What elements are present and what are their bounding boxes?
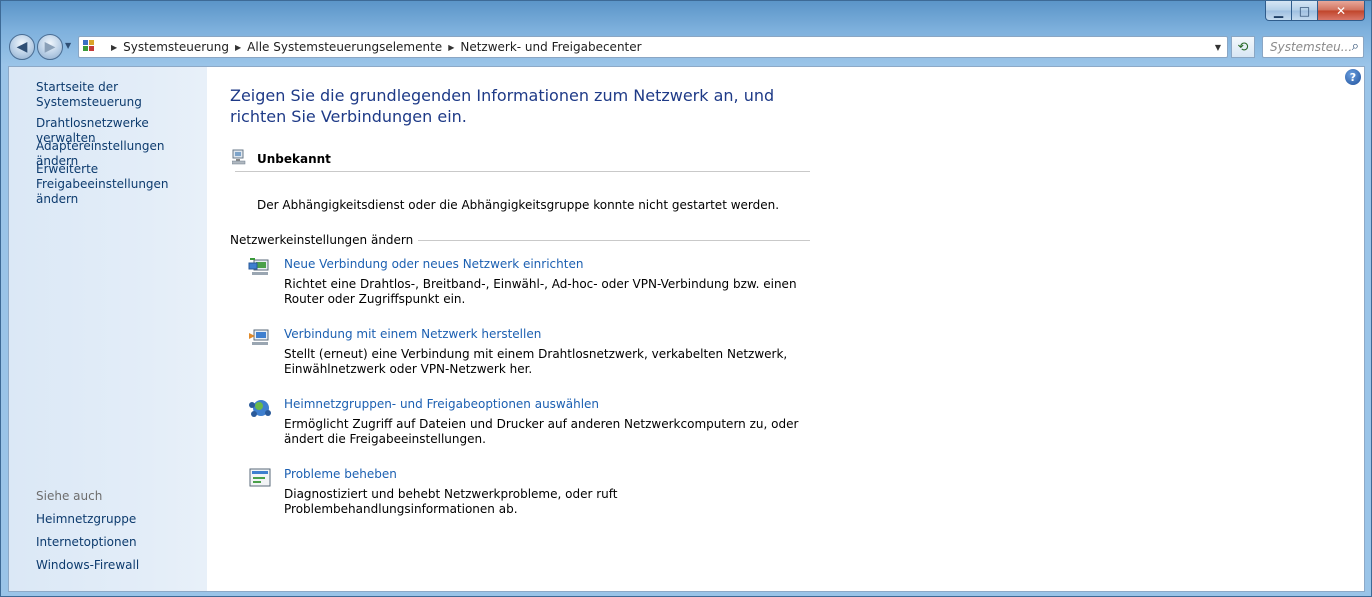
task-description: Stellt (erneut) eine Verbindung mit eine…	[284, 347, 788, 376]
setup-connection-link[interactable]: Neue Verbindung oder neues Netzwerk einr…	[284, 257, 583, 271]
chevron-right-icon[interactable]: ▶	[111, 43, 117, 52]
network-status-message: Der Abhängigkeitsdienst oder die Abhängi…	[257, 198, 780, 212]
see-also-homegroup[interactable]: Heimnetzgruppe	[36, 512, 206, 527]
maximize-button[interactable]: □	[1292, 1, 1318, 21]
close-button[interactable]: ✕	[1318, 1, 1365, 21]
chevron-right-icon[interactable]: ▶	[235, 43, 241, 52]
search-icon[interactable]: ⌕	[1352, 39, 1359, 54]
sidebar-link-advanced-sharing[interactable]: Erweiterte Freigabeeinstellungen ändern	[36, 162, 201, 207]
chevron-right-icon[interactable]: ▶	[448, 43, 454, 52]
breadcrumb-systemsteuerung[interactable]: Systemsteuerung	[123, 40, 229, 54]
arrow-left-icon: ◀	[16, 39, 28, 55]
main-panel: Zeigen Sie die grundlegenden Information…	[230, 67, 1130, 591]
help-icon[interactable]: ?	[1345, 69, 1361, 85]
recent-pages-dropdown[interactable]: ▼	[65, 41, 71, 50]
window-controls: ▁ □ ✕	[1265, 1, 1365, 21]
search-placeholder: Systemsteu...	[1270, 40, 1353, 54]
task-sidebar: Startseite der Systemsteuerung Drahtlosn…	[9, 67, 207, 591]
minimize-button[interactable]: ▁	[1265, 1, 1292, 21]
sidebar-home-link[interactable]: Startseite der Systemsteuerung	[36, 80, 206, 110]
divider	[390, 240, 810, 241]
control-panel-icon	[83, 40, 97, 54]
network-name: Unbekannt	[257, 152, 331, 166]
refresh-icon: ⟲	[1237, 39, 1249, 55]
unknown-network-icon	[232, 149, 246, 165]
connect-network-link[interactable]: Verbindung mit einem Netzwerk herstellen	[284, 327, 541, 341]
troubleshoot-icon	[249, 468, 271, 487]
window-frame: ▁ □ ✕ ◀ ▶ ▼ ▶ Systemsteuerung ▶ Alle Sys…	[0, 0, 1372, 597]
task-description: Richtet eine Drahtlos-, Breitband-, Einw…	[284, 277, 797, 306]
see-also-windows-firewall[interactable]: Windows-Firewall	[36, 558, 206, 573]
navigation-bar: ◀ ▶ ▼ ▶ Systemsteuerung ▶ Alle Systemste…	[1, 33, 1371, 61]
forward-button[interactable]: ▶	[37, 34, 63, 60]
section-title: Netzwerkeinstellungen ändern	[230, 233, 419, 247]
task-description: Ermöglicht Zugriff auf Dateien und Druck…	[284, 417, 799, 446]
task-description: Diagnostiziert und behebt Netzwerkproble…	[284, 487, 618, 516]
divider	[235, 171, 810, 172]
page-title: Zeigen Sie die grundlegenden Information…	[230, 86, 775, 126]
breadcrumb-netzwerk-freigabecenter[interactable]: Netzwerk- und Freigabecenter	[460, 40, 641, 54]
homegroup-sharing-link[interactable]: Heimnetzgruppen- und Freigabeoptionen au…	[284, 397, 599, 411]
content-pane: Startseite der Systemsteuerung Drahtlosn…	[8, 66, 1365, 592]
address-history-dropdown[interactable]: ▼	[1215, 43, 1221, 52]
new-connection-icon	[248, 258, 269, 275]
back-button[interactable]: ◀	[9, 34, 35, 60]
arrow-right-icon: ▶	[44, 39, 56, 55]
connect-network-icon	[249, 329, 269, 345]
see-also-heading: Siehe auch	[36, 489, 103, 503]
breadcrumb-alle-elemente[interactable]: Alle Systemsteuerungselemente	[247, 40, 442, 54]
see-also-internet-options[interactable]: Internetoptionen	[36, 535, 206, 550]
address-bar[interactable]: ▶ Systemsteuerung ▶ Alle Systemsteuerung…	[78, 36, 1228, 58]
troubleshoot-link[interactable]: Probleme beheben	[284, 467, 397, 481]
homegroup-icon	[249, 400, 271, 417]
refresh-button[interactable]: ⟲	[1231, 36, 1255, 58]
search-input[interactable]: Systemsteu... ⌕	[1262, 36, 1364, 58]
